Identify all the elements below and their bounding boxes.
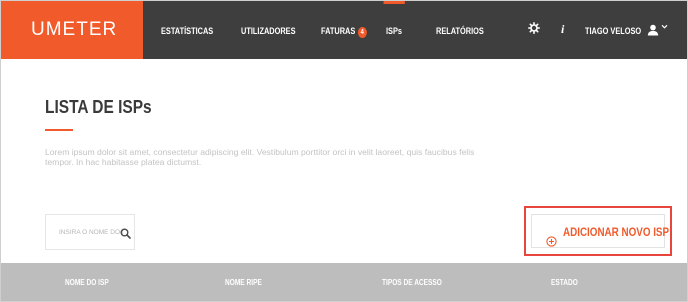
nav-item-faturas[interactable]: FATURAS 4 [321, 1, 367, 59]
add-isp-button[interactable]: ADICIONAR NOVO ISP [531, 214, 669, 248]
nav-item-utilizadores[interactable]: UTILIZADORES [241, 1, 296, 59]
add-isp-button-label: ADICIONAR NOVO ISP [563, 225, 670, 239]
plus-circle-icon [546, 226, 557, 260]
user-menu-name[interactable]: TIAGO VELOSO [585, 1, 641, 59]
isp-table-header: NOME DO ISP NOME RIPE TIPOS DE ACESSO ES… [1, 263, 687, 301]
info-icon[interactable]: i [561, 19, 564, 39]
top-navigation-bar: UMETER ESTATÍSTICAS UTILIZADORES FATURAS… [1, 1, 687, 59]
nav-item-label: RELATÓRIOS [436, 26, 484, 36]
page-title: LISTA DE ISPs [45, 97, 152, 117]
nav-item-label: FATURAS [321, 26, 356, 36]
nav-item-label: ISPs [386, 26, 403, 36]
user-icon[interactable] [647, 23, 659, 41]
nav-item-estatisticas[interactable]: ESTATÍSTICAS [161, 1, 213, 59]
nav-item-label: ESTATÍSTICAS [161, 26, 214, 36]
app-logo[interactable]: UMETER [1, 1, 143, 59]
nav-item-relatorios[interactable]: RELATÓRIOS [436, 1, 484, 59]
app-window: UMETER ESTATÍSTICAS UTILIZADORES FATURAS… [0, 0, 688, 302]
search-input[interactable] [46, 215, 124, 249]
column-header-nome-ripe[interactable]: NOME RIPE [225, 263, 262, 301]
title-underline [45, 129, 73, 131]
search-box[interactable] [45, 214, 135, 250]
chevron-down-icon[interactable] [661, 23, 668, 32]
column-header-tipos-de-acesso[interactable]: TIPOS DE ACESSO [382, 263, 442, 301]
page-description: Lorem ipsum dolor sit amet, consectetur … [45, 147, 475, 167]
column-header-estado[interactable]: ESTADO [551, 263, 578, 301]
nav-item-isps[interactable]: ISPs [383, 1, 405, 59]
invoice-count-badge: 4 [357, 27, 367, 38]
column-header-nome-do-isp[interactable]: NOME DO ISP [65, 263, 109, 301]
nav-item-label: UTILIZADORES [241, 26, 296, 36]
search-icon[interactable] [120, 226, 131, 244]
gear-icon[interactable] [528, 20, 540, 40]
